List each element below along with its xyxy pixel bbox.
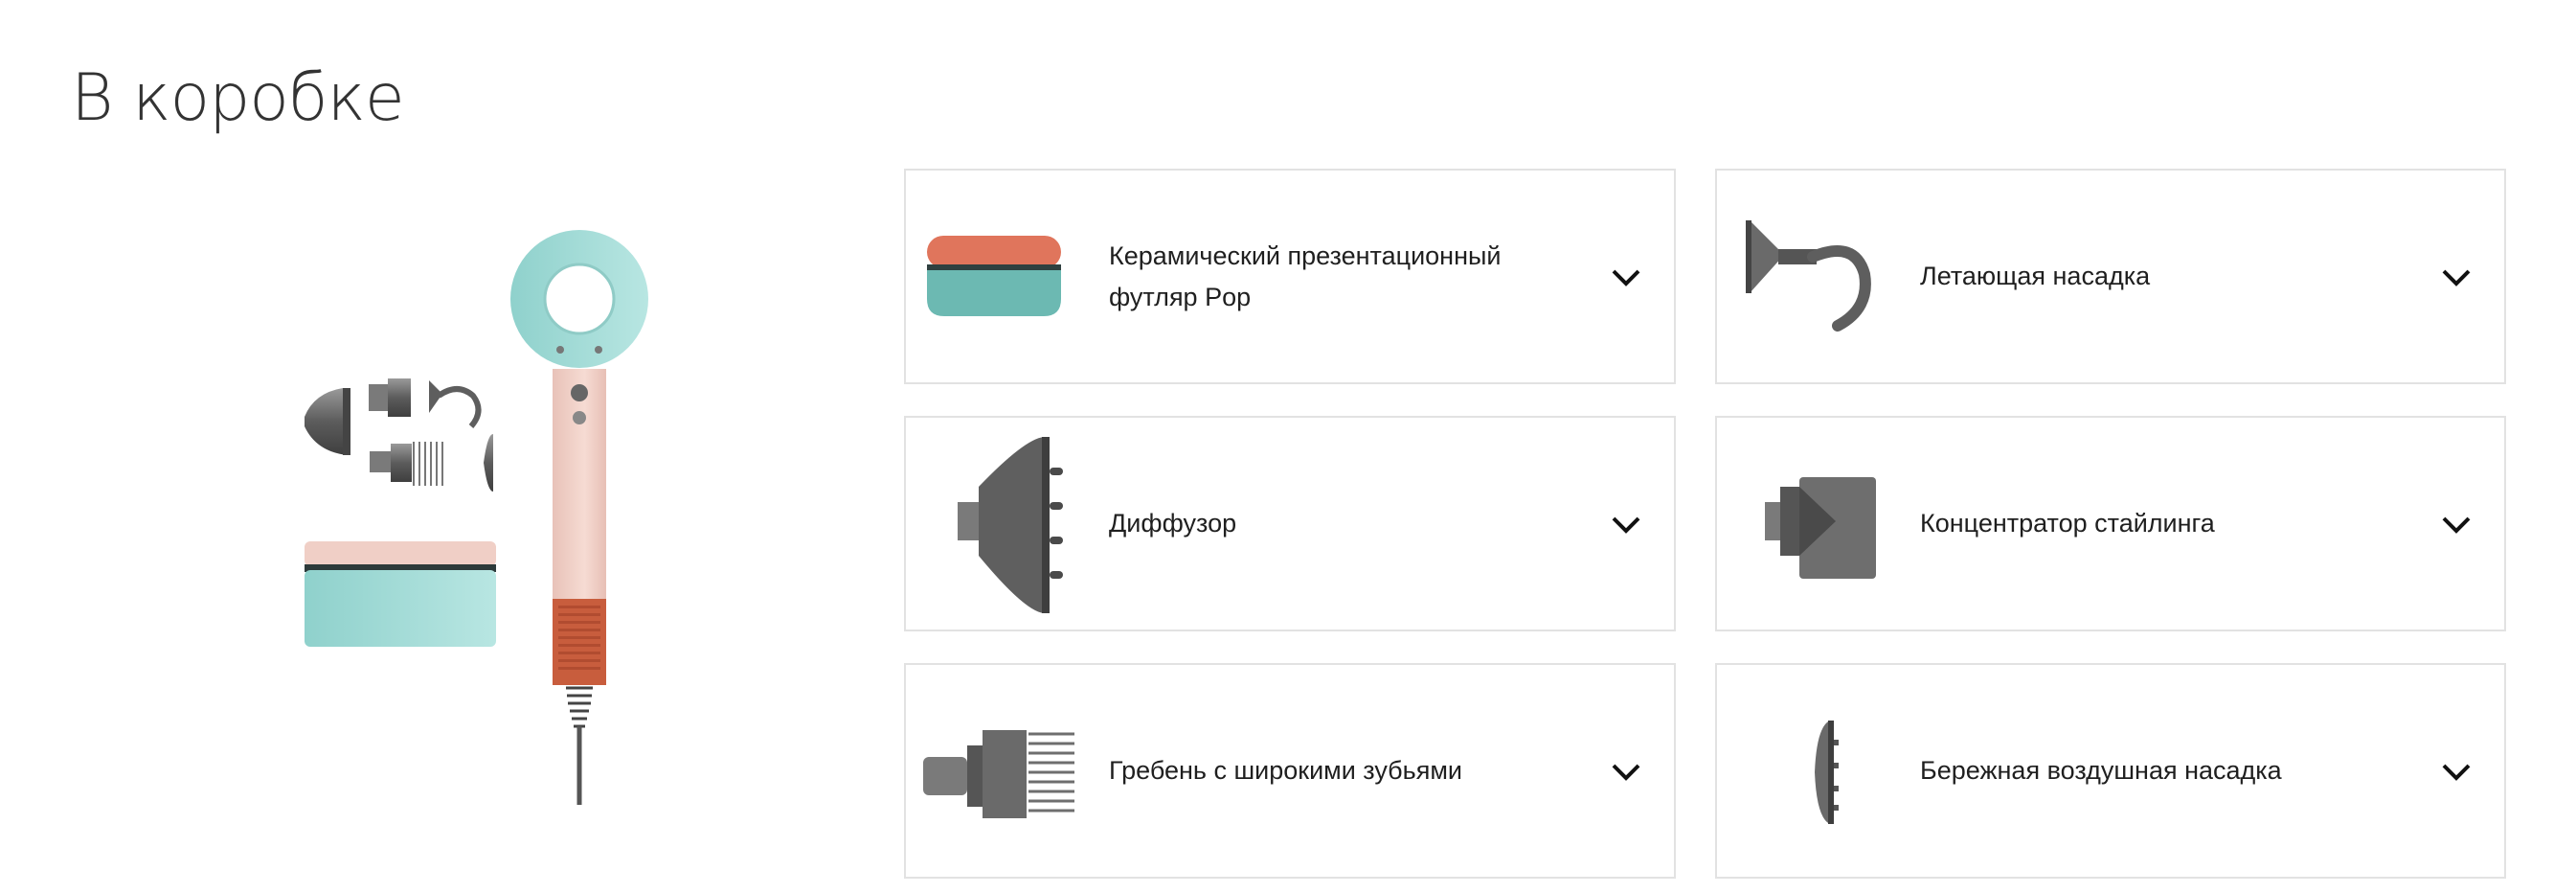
chevron-down-icon[interactable] (1609, 510, 1643, 538)
styling-concentrator-icon (1765, 477, 1876, 579)
section-title: В коробке (71, 60, 405, 136)
accessory-label: Летающая насадка (1920, 262, 2151, 290)
accessory-card-flyaway-attachment[interactable]: Летающая насадка (1715, 169, 2506, 384)
accessory-label: Керамический презентационный футляр Pop (1109, 240, 1502, 311)
chevron-down-icon[interactable] (2439, 263, 2474, 291)
accessory-label: Концентратор стайлинга (1920, 509, 2215, 538)
diffuser-icon (958, 437, 1063, 613)
chevron-down-icon[interactable] (2439, 757, 2474, 786)
chevron-down-icon[interactable] (1609, 757, 1643, 786)
accessory-card-gentle-air-attachment[interactable]: Бережная воздушная насадка (1715, 663, 2506, 879)
accessory-card-styling-concentrator[interactable]: Концентратор стайлинга (1715, 416, 2506, 631)
presentation-case-icon (927, 236, 1061, 316)
accessory-label: Бережная воздушная насадка (1920, 756, 2282, 785)
gentle-air-attachment-icon (1815, 721, 1839, 824)
accessory-card-diffuser[interactable]: Диффузор (904, 416, 1676, 631)
wide-tooth-comb-icon (923, 730, 1074, 818)
accessory-label: Гребень с широкими зубьями (1109, 756, 1462, 785)
flyaway-attachment-icon (1746, 220, 1871, 332)
hair-dryer-set-image (305, 230, 648, 805)
accessory-card-presentation-case[interactable]: Керамический презентационный футляр Pop (904, 169, 1676, 384)
accessory-card-wide-tooth-comb[interactable]: Гребень с широкими зубьями (904, 663, 1676, 879)
accessory-label: Диффузор (1109, 509, 1237, 538)
chevron-down-icon[interactable] (1609, 263, 1643, 291)
chevron-down-icon[interactable] (2439, 510, 2474, 538)
